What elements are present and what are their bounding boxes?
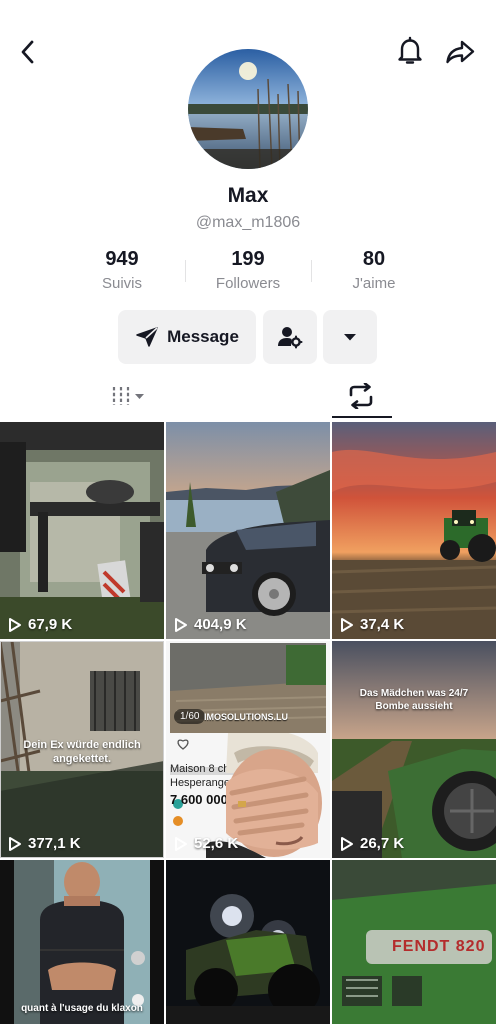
play-icon — [175, 836, 187, 851]
tab-reposts[interactable] — [330, 372, 392, 420]
heart-icon — [176, 737, 206, 751]
message-button-label: Message — [167, 327, 239, 346]
video-thumbnail[interactable]: FENDT 820 — [332, 860, 496, 1024]
video-thumbnail[interactable]: Dein Ex würde endlich angekettet. 377,1 … — [0, 641, 164, 858]
view-count-text: 26,7 K — [360, 835, 405, 852]
stat-following-count: 949 — [105, 248, 139, 270]
view-count: 377,1 K — [8, 835, 81, 852]
profile-stats: 949 Suivis 199 Followers 80 J'aime — [0, 248, 496, 298]
video-grid: 67,9 K 404,9 K 37,4 K Dein Ex würde endl… — [0, 422, 496, 1024]
video-thumbnail[interactable]: 404,9 K — [166, 422, 330, 639]
stat-likes-label: J'aime — [352, 275, 396, 292]
view-count: 404,9 K — [174, 616, 247, 633]
play-icon — [9, 617, 21, 632]
play-icon — [175, 617, 187, 632]
view-count-text: 52,6 K — [194, 835, 239, 852]
profile-handle: @max_m1806 — [195, 214, 301, 231]
more-options-button[interactable] — [323, 310, 377, 364]
chevron-left-icon — [21, 40, 34, 64]
view-count-text: 37,4 K — [360, 616, 405, 633]
video-thumbnail[interactable]: quant à l'usage du klaxon — [0, 860, 164, 1024]
bell-icon — [398, 36, 422, 64]
view-count-text: 404,9 K — [194, 616, 247, 633]
stat-likes-count: 80 — [362, 248, 386, 270]
video-thumbnail[interactable]: 67,9 K — [0, 422, 164, 639]
share-button[interactable] — [443, 36, 477, 68]
view-count-text: 67,9 K — [28, 616, 73, 633]
profile-actions: Message — [0, 310, 496, 366]
video-caption-overlay: Dein Ex würde endlich angekettet. — [23, 739, 141, 766]
back-button[interactable] — [12, 36, 44, 68]
caret-down-icon — [344, 334, 356, 341]
friend-settings-button[interactable] — [263, 310, 317, 364]
stat-followers[interactable]: 199 Followers — [186, 248, 310, 292]
tab-videos[interactable] — [90, 372, 170, 420]
slide-counter: 1/60 — [174, 709, 206, 724]
video-thumbnail[interactable]: 1/60 IMOSOLUTIONS.LU Maison 8 ch Hespera… — [166, 641, 330, 858]
play-icon — [341, 617, 353, 632]
share-arrow-icon — [446, 40, 475, 64]
tractor-brand-label: FENDT 820 — [392, 938, 486, 955]
message-button[interactable]: Message — [118, 310, 256, 364]
view-count: 52,6 K — [174, 835, 238, 852]
play-icon — [341, 836, 353, 851]
view-count: 67,9 K — [8, 616, 72, 633]
site-watermark: IMOSOLUTIONS.LU — [204, 712, 288, 722]
videos-grid-icon — [112, 387, 144, 405]
play-icon — [9, 836, 21, 851]
view-count: 37,4 K — [340, 616, 404, 633]
view-count: 26,7 K — [340, 835, 404, 852]
video-caption-overlay: quant à l'usage du klaxon — [21, 1003, 143, 1014]
video-thumbnail[interactable]: Das Mädchen was 24/7 Bombe aussieht 26,7… — [332, 641, 496, 858]
video-thumbnail[interactable] — [166, 860, 330, 1024]
user-gear-icon — [278, 327, 303, 349]
notifications-button[interactable] — [394, 34, 426, 68]
stat-likes[interactable]: 80 J'aime — [312, 248, 436, 292]
avatar[interactable] — [188, 49, 308, 169]
repost-icon — [349, 383, 373, 409]
active-tab-indicator — [332, 416, 392, 418]
video-caption-overlay: Das Mädchen was 24/7 Bombe aussieht — [359, 688, 469, 712]
stat-followers-label: Followers — [215, 275, 281, 292]
stat-following-label: Suivis — [101, 275, 142, 292]
send-icon — [136, 327, 158, 347]
stat-following[interactable]: 949 Suivis — [60, 248, 184, 292]
stat-followers-count: 199 — [231, 248, 265, 270]
view-count-text: 377,1 K — [28, 835, 81, 852]
profile-name: Max — [227, 184, 269, 207]
video-thumbnail[interactable]: 37,4 K — [332, 422, 496, 639]
profile-tabs — [0, 372, 496, 420]
